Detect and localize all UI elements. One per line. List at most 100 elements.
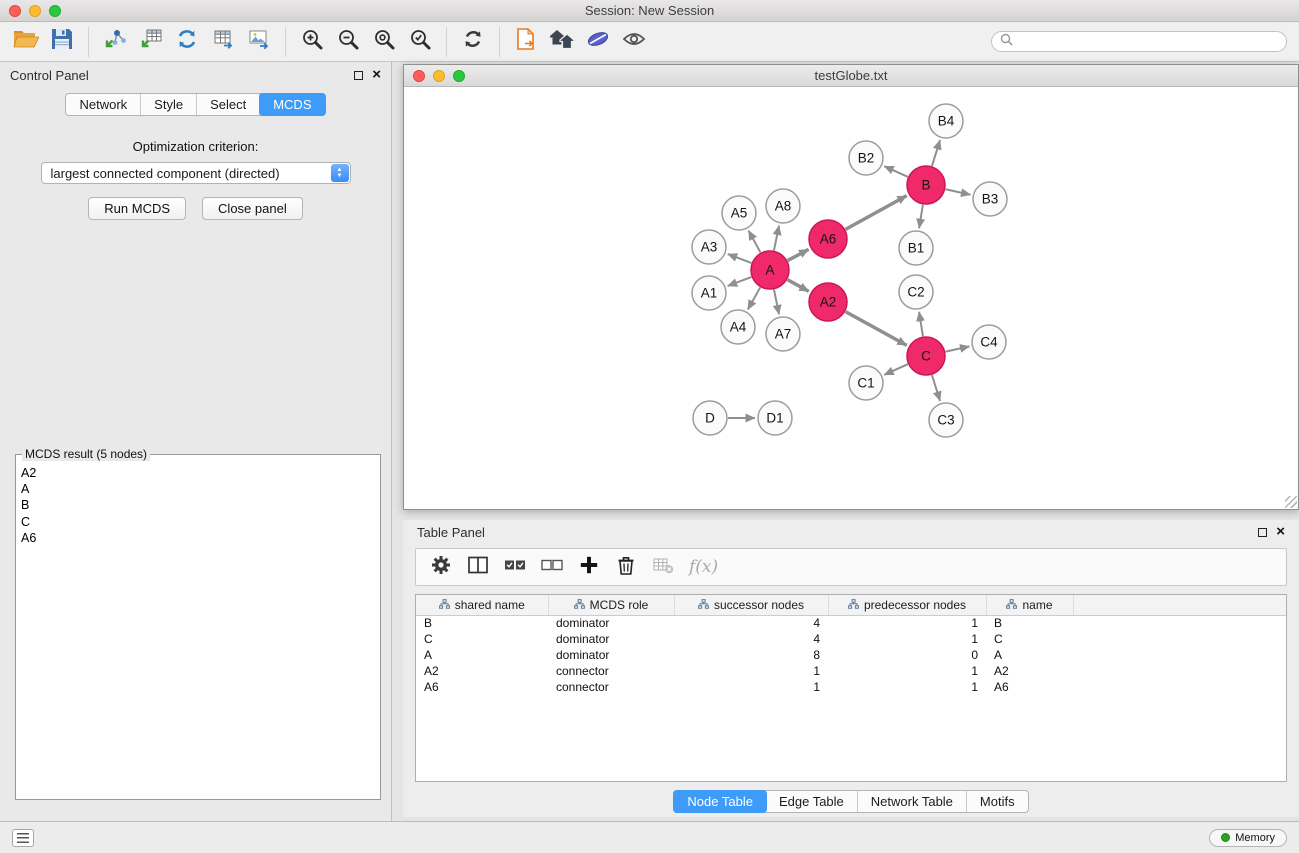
network-window-titlebar[interactable]: testGlobe.txt xyxy=(404,65,1298,87)
table-cell[interactable]: A xyxy=(986,647,1073,663)
graph-edge-A-A1[interactable] xyxy=(728,277,752,286)
run-mcds-button[interactable]: Run MCDS xyxy=(88,197,186,220)
table-cell[interactable]: connector xyxy=(548,663,674,679)
table-cell[interactable]: C xyxy=(416,631,548,647)
graph-edge-C-C3[interactable] xyxy=(932,375,940,401)
column-header-successor-nodes[interactable]: successor nodes xyxy=(674,595,828,615)
table-cell[interactable]: dominator xyxy=(548,615,674,631)
visual-styles-button[interactable] xyxy=(580,25,616,59)
graph-edge-C-C1[interactable] xyxy=(884,364,908,375)
table-tab-motifs[interactable]: Motifs xyxy=(967,791,1028,812)
zoom-in-button[interactable] xyxy=(294,25,330,59)
table-cell[interactable]: 1 xyxy=(674,679,828,695)
graph-node-B[interactable]: B xyxy=(907,166,945,204)
graph-node-A1[interactable]: A1 xyxy=(692,276,726,310)
column-header-name[interactable]: name xyxy=(986,595,1073,615)
report-button[interactable] xyxy=(508,25,544,59)
graph-edge-B-B4[interactable] xyxy=(932,140,940,166)
table-cell[interactable]: dominator xyxy=(548,647,674,663)
graph-node-C[interactable]: C xyxy=(907,337,945,375)
refresh-layout-button[interactable] xyxy=(455,25,491,59)
table-cell[interactable]: 1 xyxy=(674,663,828,679)
search-input[interactable] xyxy=(1018,35,1278,49)
graph-edge-C-C4[interactable] xyxy=(946,346,970,351)
table-tab-network-table[interactable]: Network Table xyxy=(858,791,967,812)
maximize-window-button[interactable] xyxy=(49,5,61,17)
criterion-dropdown[interactable]: largest connected component (directed) ▲… xyxy=(41,162,351,184)
table-cell[interactable]: 4 xyxy=(674,631,828,647)
export-table-button[interactable] xyxy=(205,25,241,59)
graph-edge-B-B1[interactable] xyxy=(919,205,923,228)
table-settings-button[interactable] xyxy=(426,552,456,582)
table-row[interactable]: Cdominator41C xyxy=(416,631,1286,647)
graph-edge-A-A7[interactable] xyxy=(774,290,779,315)
table-row[interactable]: Bdominator41B xyxy=(416,615,1286,631)
table-cell[interactable]: 0 xyxy=(828,647,986,663)
mcds-result-item[interactable]: A2 xyxy=(21,465,380,481)
table-tab-node-table[interactable]: Node Table xyxy=(673,790,767,813)
table-cell[interactable]: A2 xyxy=(986,663,1073,679)
graph-node-C4[interactable]: C4 xyxy=(972,325,1006,359)
show-hide-button[interactable] xyxy=(616,25,652,59)
table-cell[interactable]: 1 xyxy=(828,679,986,695)
table-tab-edge-table[interactable]: Edge Table xyxy=(766,791,858,812)
table-cell[interactable]: dominator xyxy=(548,631,674,647)
network-canvas[interactable]: B4B2BB3A5A8A6A3B1AA1C2A2A4A7C4CC1DD1C3 xyxy=(404,87,1298,509)
graph-edge-A-A2[interactable] xyxy=(788,280,809,292)
zoom-fit-button[interactable] xyxy=(366,25,402,59)
column-header-shared-name[interactable]: shared name xyxy=(416,595,548,615)
graph-node-C2[interactable]: C2 xyxy=(899,275,933,309)
delete-table-button[interactable] xyxy=(648,552,678,582)
table-row[interactable]: Adominator80A xyxy=(416,647,1286,663)
network-maximize-button[interactable] xyxy=(453,70,465,82)
graph-edge-A2-C[interactable] xyxy=(846,312,907,346)
table-row[interactable]: A6connector11A6 xyxy=(416,679,1286,695)
tab-mcds[interactable]: MCDS xyxy=(259,93,325,116)
graph-node-A2[interactable]: A2 xyxy=(809,283,847,321)
table-cell[interactable]: 8 xyxy=(674,647,828,663)
export-network-button[interactable] xyxy=(169,25,205,59)
import-table-button[interactable] xyxy=(133,25,169,59)
mcds-result-item[interactable]: A xyxy=(21,481,380,497)
table-cell[interactable]: C xyxy=(986,631,1073,647)
minimize-window-button[interactable] xyxy=(29,5,41,17)
table-cell[interactable]: A6 xyxy=(986,679,1073,695)
delete-column-button[interactable] xyxy=(611,552,641,582)
graph-node-A6[interactable]: A6 xyxy=(809,220,847,258)
graph-edge-A6-B[interactable] xyxy=(846,196,907,230)
graph-node-A5[interactable]: A5 xyxy=(722,196,756,230)
table-cell[interactable]: B xyxy=(416,615,548,631)
graph-node-A8[interactable]: A8 xyxy=(766,189,800,223)
zoom-out-button[interactable] xyxy=(330,25,366,59)
table-row[interactable]: A2connector11A2 xyxy=(416,663,1286,679)
float-table-panel-icon[interactable] xyxy=(1258,528,1267,537)
search-box[interactable] xyxy=(991,31,1287,52)
graph-edge-C-C2[interactable] xyxy=(919,312,923,336)
table-cell[interactable]: connector xyxy=(548,679,674,695)
memory-button[interactable]: Memory xyxy=(1209,829,1287,847)
tab-select[interactable]: Select xyxy=(197,94,260,115)
table-cell[interactable]: A2 xyxy=(416,663,548,679)
graph-node-A7[interactable]: A7 xyxy=(766,317,800,351)
import-network-button[interactable] xyxy=(97,25,133,59)
resize-grip[interactable] xyxy=(1285,496,1297,508)
graph-edge-A-A6[interactable] xyxy=(788,249,809,260)
show-columns-button[interactable] xyxy=(463,552,493,582)
save-session-button[interactable] xyxy=(44,25,80,59)
zoom-selected-button[interactable] xyxy=(402,25,438,59)
table-cell[interactable]: A xyxy=(416,647,548,663)
column-header-MCDS-role[interactable]: MCDS role xyxy=(548,595,674,615)
table-cell[interactable]: 1 xyxy=(828,615,986,631)
graph-node-A[interactable]: A xyxy=(751,251,789,289)
float-panel-icon[interactable] xyxy=(354,71,363,80)
graph-edge-A-A8[interactable] xyxy=(774,226,779,251)
unselect-all-button[interactable] xyxy=(537,552,567,582)
graph-node-C3[interactable]: C3 xyxy=(929,403,963,437)
export-image-button[interactable] xyxy=(241,25,277,59)
select-all-button[interactable] xyxy=(500,552,530,582)
graph-node-D[interactable]: D xyxy=(693,401,727,435)
graph-edge-A-A4[interactable] xyxy=(748,287,760,309)
network-minimize-button[interactable] xyxy=(433,70,445,82)
open-file-button[interactable] xyxy=(8,25,44,59)
graph-node-B2[interactable]: B2 xyxy=(849,141,883,175)
